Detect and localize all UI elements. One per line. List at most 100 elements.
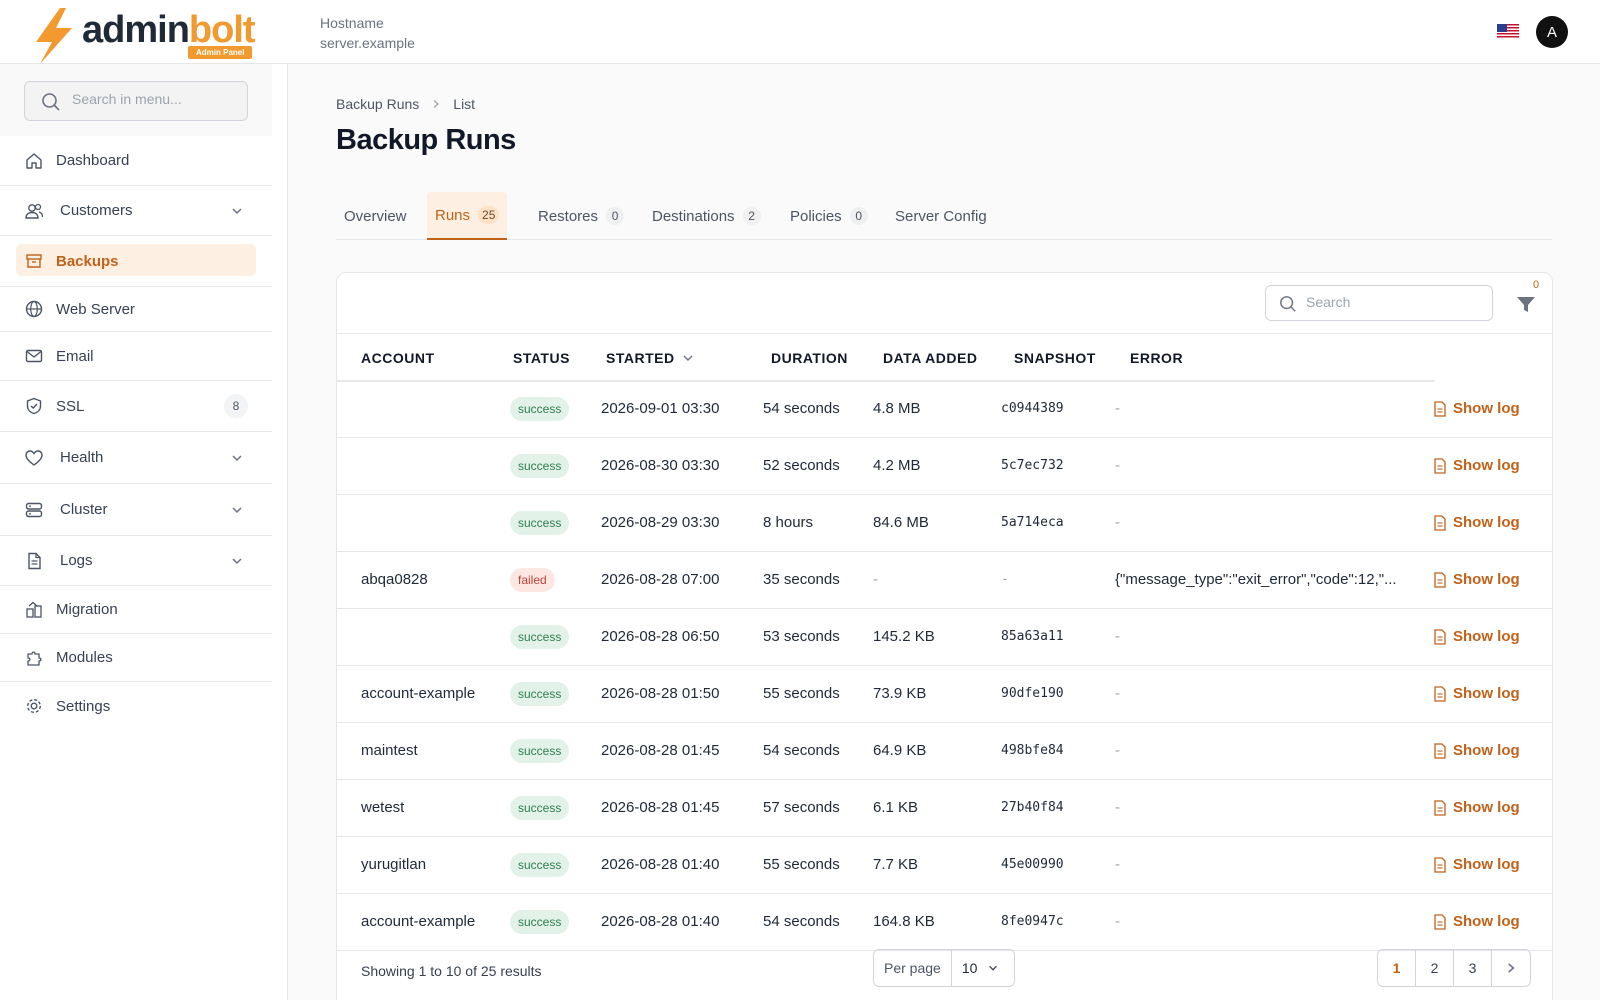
page-button-2[interactable]: 2 [1416,950,1454,986]
cell-account: maintest [361,742,418,759]
tab-label: Runs [435,206,471,224]
sidebar-item-modules[interactable]: Modules [0,634,272,682]
column-header-label: STARTED [606,350,675,366]
column-header-duration: DURATION [771,350,848,366]
chevron-right-icon [433,100,440,108]
breadcrumb: Backup Runs List [336,96,475,112]
cell-started: 2026-08-28 01:40 [601,856,720,873]
sidebar-item-backups[interactable]: Backups [0,236,272,286]
cell-error: - [1115,514,1120,531]
show-log-link[interactable]: Show log [1433,514,1520,531]
cell-data-added: 73.9 KB [873,685,927,702]
top-bar: adminbolt Admin Panel Hostname server.ex… [0,0,1600,64]
filter-icon[interactable] [1511,289,1541,319]
sidebar-item-label: Dashboard [56,152,130,169]
tab-destinations[interactable]: Destinations 2 [644,192,769,240]
chevron-down-icon [989,965,998,971]
user-avatar[interactable]: A [1536,16,1568,48]
column-header-status: STATUS [513,350,570,366]
tab-restores[interactable]: Restores 0 [530,192,632,240]
show-log-label: Show log [1453,742,1520,759]
document-icon [1434,856,1446,873]
per-page-dropdown[interactable]: 10 [952,960,1000,976]
cell-duration: 35 seconds [763,571,840,588]
next-page-button[interactable] [1492,950,1530,986]
show-log-label: Show log [1453,571,1520,588]
cell-account: yurugitlan [361,856,427,873]
cell-duration: 55 seconds [763,856,840,873]
tab-policies[interactable]: Policies 0 [782,192,876,240]
table-row: wetest 2026-08-28 01:45 57 seconds 6.1 KB 27… [337,780,1552,837]
breadcrumb-current: List [453,96,476,112]
home-icon [26,152,42,169]
tab-count-badge: 2 [742,207,761,225]
per-page-select: Per page 10 [873,949,1015,987]
ssl-count-badge: 8 [224,394,248,418]
tab-label: Server Config [895,207,987,225]
status-badge: success [510,511,570,535]
table-row: 2026-08-29 03:30 8 hours 84.6 MB 5a714eca - s… [337,495,1552,552]
cell-data-added: 64.9 KB [873,742,927,759]
column-header-account: ACCOUNT [361,350,435,366]
cell-snapshot: 90dfe190 [1001,686,1064,701]
show-log-link[interactable]: Show log [1433,628,1520,645]
table-search [1265,285,1493,321]
tab-runs[interactable]: Runs 25 [427,192,508,240]
cell-started: 2026-09-01 03:30 [601,400,720,417]
document-icon [1434,628,1446,645]
document-icon [1434,685,1446,702]
page-button-3[interactable]: 3 [1454,950,1492,986]
sidebar-item-web-server[interactable]: Web Server [0,286,272,332]
sidebar-item-dashboard[interactable]: Dashboard [0,136,272,186]
sidebar-search-input[interactable] [72,91,232,107]
show-log-label: Show log [1453,913,1520,930]
tab-server-config[interactable]: Server Config [887,192,995,240]
sidebar-search [24,81,248,121]
show-log-link[interactable]: Show log [1433,457,1520,474]
cell-error: {"message_type":"exit_error","code":12,"… [1115,571,1397,588]
show-log-link[interactable]: Show log [1433,571,1520,588]
brand-logo[interactable]: adminbolt Admin Panel [28,6,268,64]
show-log-link[interactable]: Show log [1433,400,1520,417]
sidebar-item-settings[interactable]: Settings [0,682,272,730]
sidebar-item-migration[interactable]: Migration [0,586,272,634]
document-icon [1434,742,1446,759]
sidebar-item-label: Cluster [60,501,108,518]
column-header-started[interactable]: STARTED [606,350,695,366]
sidebar-item-health[interactable]: Health [0,432,272,484]
cell-snapshot: 8fe0947c [1001,914,1064,929]
show-log-link[interactable]: Show log [1433,685,1520,702]
cell-error: - [1115,628,1120,645]
document-icon [1434,913,1446,930]
show-log-link[interactable]: Show log [1433,799,1520,816]
tab-count-badge: 0 [849,207,868,225]
sidebar-item-ssl[interactable]: SSL 8 [0,381,272,432]
results-summary: Showing 1 to 10 of 25 results [361,963,542,979]
column-header-error: ERROR [1130,350,1184,366]
tab-label: Destinations [652,207,735,225]
show-log-label: Show log [1453,799,1520,816]
table-search-input[interactable] [1306,294,1476,310]
status-badge: success [510,625,570,649]
sidebar-item-logs[interactable]: Logs [0,536,272,586]
hostname-block: Hostname server.example [320,13,415,53]
tab-overview[interactable]: Overview [336,192,415,240]
show-log-link[interactable]: Show log [1433,856,1520,873]
page-button-1[interactable]: 1 [1378,950,1416,986]
sidebar-item-cluster[interactable]: Cluster [0,484,272,536]
sidebar-item-label: Backups [56,252,119,270]
breadcrumb-parent-link[interactable]: Backup Runs [336,96,419,112]
tab-count-badge: 25 [478,206,500,224]
cell-snapshot: 498bfe84 [1001,743,1064,758]
sidebar-item-customers[interactable]: Customers [0,186,272,236]
cell-account: abqa0828 [361,571,428,588]
us-flag-icon[interactable] [1497,24,1519,39]
show-log-link[interactable]: Show log [1433,742,1520,759]
status-badge: success [510,397,570,421]
cell-started: 2026-08-28 01:40 [601,913,720,930]
show-log-link[interactable]: Show log [1433,913,1520,930]
sidebar-item-email[interactable]: Email [0,332,272,381]
search-icon [42,93,60,111]
cell-started: 2026-08-28 01:50 [601,685,720,702]
table-row: abqa0828 2026-08-28 07:00 35 seconds - - {"me… [337,552,1552,609]
